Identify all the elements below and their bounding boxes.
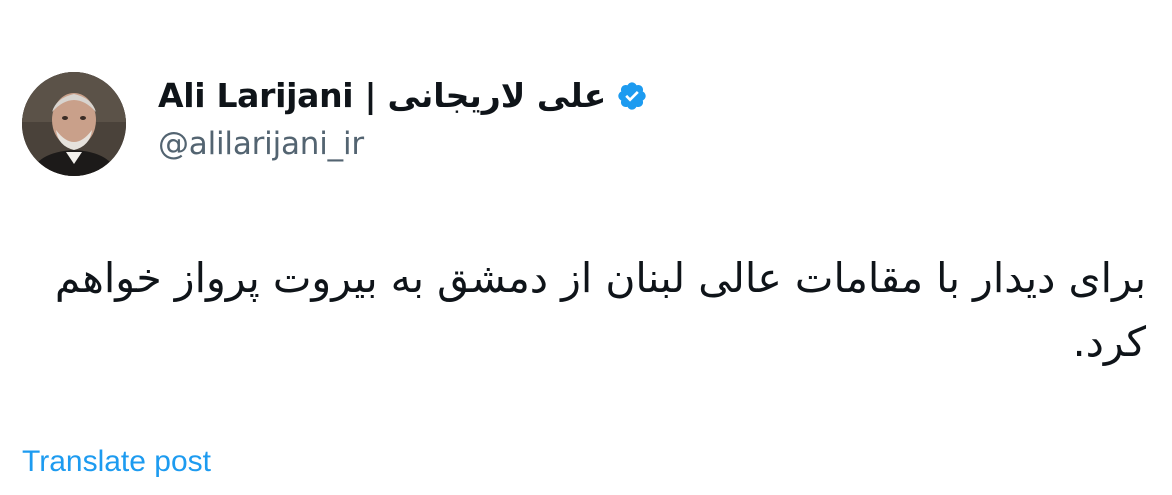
- avatar-image: [22, 72, 126, 176]
- author-display-name[interactable]: Ali Larijani | علی لاریجانی: [158, 74, 607, 118]
- author-name-row[interactable]: Ali Larijani | علی لاریجانی: [158, 74, 648, 118]
- avatar[interactable]: [22, 72, 126, 176]
- tweet-card: Ali Larijani | علی لاریجانی @alilarijani…: [0, 0, 1172, 495]
- verified-badge-icon: [616, 80, 648, 112]
- translate-post-link[interactable]: Translate post: [22, 442, 211, 482]
- author-handle[interactable]: @alilarijani_ir: [158, 124, 364, 164]
- post-text: برای دیدار با مقامات عالی لبنان از دمشق …: [54, 254, 1146, 366]
